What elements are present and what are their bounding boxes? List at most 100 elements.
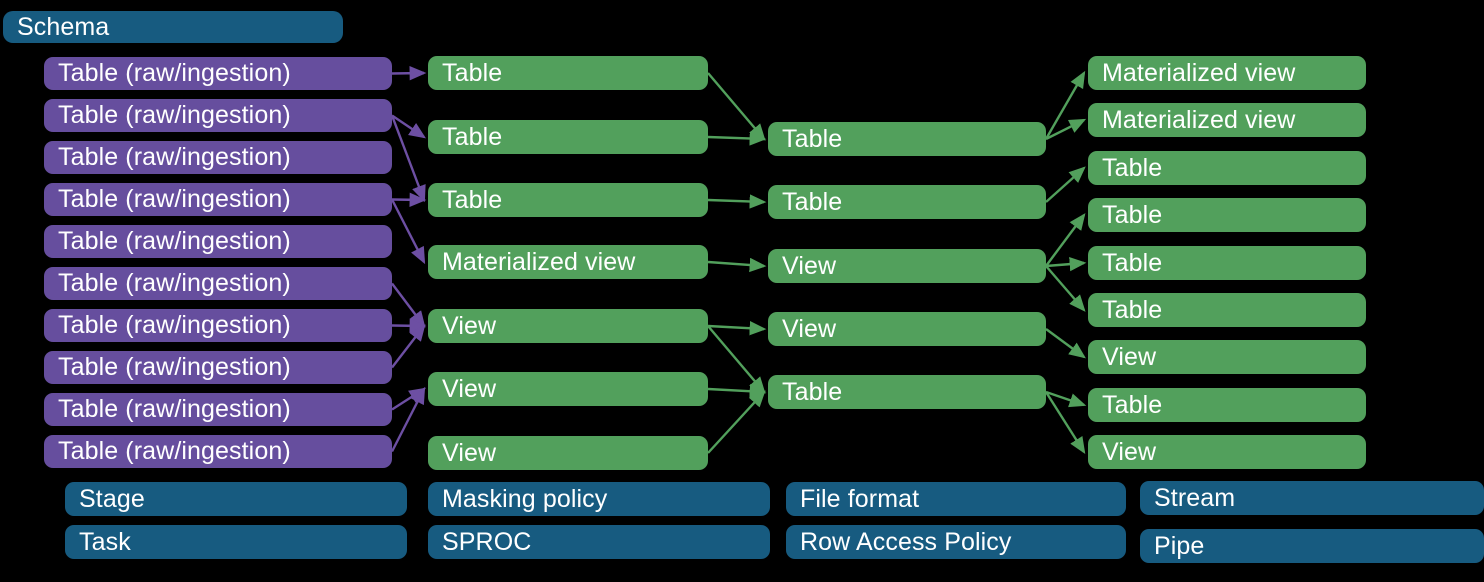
node-label: View bbox=[442, 374, 497, 403]
stage-four-column-node-1[interactable]: Materialized view bbox=[1088, 103, 1366, 137]
other-object-label: Pipe bbox=[1154, 531, 1205, 560]
edge-c2n2-to-c3n1 bbox=[707, 194, 767, 209]
edge-c1n5-to-c2n4 bbox=[391, 282, 426, 328]
edge-c1n8-to-c2n5 bbox=[391, 387, 427, 411]
edge-c3n4-to-c4n7 bbox=[1045, 390, 1087, 408]
stage-three-column-node-3[interactable]: View bbox=[768, 312, 1046, 346]
stage-two-column-node-2[interactable]: Table bbox=[428, 183, 708, 217]
node-label: Table (raw/ingestion) bbox=[58, 227, 291, 255]
stage-three-column-node-2[interactable]: View bbox=[768, 249, 1046, 283]
schema-diagram-canvas: Schema Table (raw/ingestion) Table (raw/i… bbox=[0, 0, 1484, 582]
edge-c1n9-to-c2n5 bbox=[390, 386, 426, 453]
stage-two-column-node-1[interactable]: Table bbox=[428, 120, 708, 154]
other-object-label: Masking policy bbox=[442, 484, 608, 513]
node-label: Table (raw/ingestion) bbox=[58, 143, 291, 171]
edge-c2n5-to-c3n4 bbox=[707, 384, 767, 399]
other-object-label: Stream bbox=[1154, 483, 1236, 512]
stage-three-column-node-4[interactable]: Table bbox=[768, 375, 1046, 409]
other-object-file-format[interactable]: File format bbox=[786, 482, 1126, 516]
node-label: Table bbox=[442, 58, 503, 87]
node-label: Table (raw/ingestion) bbox=[58, 59, 291, 87]
node-label: View bbox=[782, 251, 837, 280]
edge-c1n7-to-c2n4 bbox=[391, 324, 426, 369]
edge-c2n6-to-c3n4 bbox=[707, 390, 766, 454]
raw-ingestion-column-node-3[interactable]: Table (raw/ingestion) bbox=[44, 183, 392, 216]
edge-c3n1-to-c4n2 bbox=[1045, 166, 1086, 203]
node-label: Table bbox=[1102, 200, 1163, 229]
other-object-label: Task bbox=[79, 527, 131, 556]
edge-c1n1-to-c2n2 bbox=[390, 115, 426, 203]
stage-two-column-node-5[interactable]: View bbox=[428, 372, 708, 406]
other-object-row-access-policy[interactable]: Row Access Policy bbox=[786, 525, 1126, 559]
raw-ingestion-column-node-4[interactable]: Table (raw/ingestion) bbox=[44, 225, 392, 258]
node-label: Table bbox=[442, 122, 503, 151]
node-label: Table bbox=[1102, 295, 1163, 324]
raw-ingestion-column-node-1[interactable]: Table (raw/ingestion) bbox=[44, 99, 392, 132]
edge-c3n2-to-c4n5 bbox=[1045, 265, 1086, 312]
other-object-masking-policy[interactable]: Masking policy bbox=[428, 482, 770, 516]
raw-ingestion-column-node-6[interactable]: Table (raw/ingestion) bbox=[44, 309, 392, 342]
node-label: Table (raw/ingestion) bbox=[58, 185, 291, 213]
node-label: Table (raw/ingestion) bbox=[58, 269, 291, 297]
edge-c3n0-to-c4n1 bbox=[1045, 118, 1087, 141]
raw-ingestion-column-node-8[interactable]: Table (raw/ingestion) bbox=[44, 393, 392, 426]
stage-three-column-node-0[interactable]: Table bbox=[768, 122, 1046, 156]
edge-c2n0-to-c3n0 bbox=[707, 72, 766, 141]
stage-four-column-node-0[interactable]: Materialized view bbox=[1088, 56, 1366, 90]
other-object-stream[interactable]: Stream bbox=[1140, 481, 1484, 515]
other-object-label: File format bbox=[800, 484, 920, 513]
stage-four-column-node-6[interactable]: View bbox=[1088, 340, 1366, 374]
stage-two-column-node-3[interactable]: Materialized view bbox=[428, 245, 708, 279]
node-label: Materialized view bbox=[442, 247, 636, 276]
edge-c3n4-to-c4n8 bbox=[1044, 391, 1086, 455]
node-label: Table bbox=[442, 185, 503, 214]
stage-three-column-node-1[interactable]: Table bbox=[768, 185, 1046, 219]
node-label: Materialized view bbox=[1102, 105, 1296, 134]
other-object-stage[interactable]: Stage bbox=[65, 482, 407, 516]
stage-four-column-node-3[interactable]: Table bbox=[1088, 198, 1366, 232]
node-label: Table bbox=[1102, 153, 1163, 182]
raw-ingestion-column-node-5[interactable]: Table (raw/ingestion) bbox=[44, 267, 392, 300]
edge-c3n3-to-c4n6 bbox=[1045, 328, 1086, 359]
node-label: Table bbox=[782, 377, 843, 406]
edge-c2n3-to-c3n2 bbox=[707, 257, 767, 273]
stage-four-column-node-8[interactable]: View bbox=[1088, 435, 1366, 469]
other-object-pipe[interactable]: Pipe bbox=[1140, 529, 1484, 563]
edge-c3n0-to-c4n0 bbox=[1044, 70, 1086, 140]
raw-ingestion-column-node-0[interactable]: Table (raw/ingestion) bbox=[44, 57, 392, 90]
edge-c1n3-to-c2n3 bbox=[390, 198, 426, 265]
raw-ingestion-column-node-9[interactable]: Table (raw/ingestion) bbox=[44, 435, 392, 468]
node-label: Table bbox=[782, 187, 843, 216]
node-label: Table (raw/ingestion) bbox=[58, 395, 291, 423]
other-object-label: Stage bbox=[79, 484, 145, 513]
raw-ingestion-column-node-2[interactable]: Table (raw/ingestion) bbox=[44, 141, 392, 174]
node-label: View bbox=[782, 314, 837, 343]
stage-four-column-node-4[interactable]: Table bbox=[1088, 246, 1366, 280]
node-label: View bbox=[442, 311, 497, 340]
other-object-label: SPROC bbox=[442, 527, 532, 556]
stage-four-column-node-7[interactable]: Table bbox=[1088, 388, 1366, 422]
node-label: Table bbox=[1102, 390, 1163, 419]
schema-header-label: Schema bbox=[17, 12, 110, 41]
edge-c1n6-to-c2n4 bbox=[391, 318, 427, 333]
edge-c2n4-to-c3n3 bbox=[707, 321, 767, 336]
node-label: Table (raw/ingestion) bbox=[58, 353, 291, 381]
stage-four-column-node-5[interactable]: Table bbox=[1088, 293, 1366, 327]
edge-c3n2-to-c4n4 bbox=[1045, 256, 1087, 272]
stage-four-column-node-2[interactable]: Table bbox=[1088, 151, 1366, 185]
edge-c1n0-to-c2n0 bbox=[391, 66, 427, 81]
node-label: View bbox=[1102, 437, 1157, 466]
node-label: Table (raw/ingestion) bbox=[58, 101, 291, 129]
raw-ingestion-column-node-7[interactable]: Table (raw/ingestion) bbox=[44, 351, 392, 384]
other-object-label: Row Access Policy bbox=[800, 527, 1012, 556]
stage-two-column-node-6[interactable]: View bbox=[428, 436, 708, 470]
stage-two-column-node-4[interactable]: View bbox=[428, 309, 708, 343]
other-object-task[interactable]: Task bbox=[65, 525, 407, 559]
edge-c1n3-to-c2n2 bbox=[391, 192, 427, 207]
edge-c2n1-to-c3n0 bbox=[707, 131, 767, 146]
edge-c3n2-to-c4n3 bbox=[1045, 213, 1086, 267]
node-label: Table (raw/ingestion) bbox=[58, 437, 291, 465]
edge-c2n4-to-c3n4 bbox=[707, 325, 766, 394]
other-object-sproc[interactable]: SPROC bbox=[428, 525, 770, 559]
stage-two-column-node-0[interactable]: Table bbox=[428, 56, 708, 90]
